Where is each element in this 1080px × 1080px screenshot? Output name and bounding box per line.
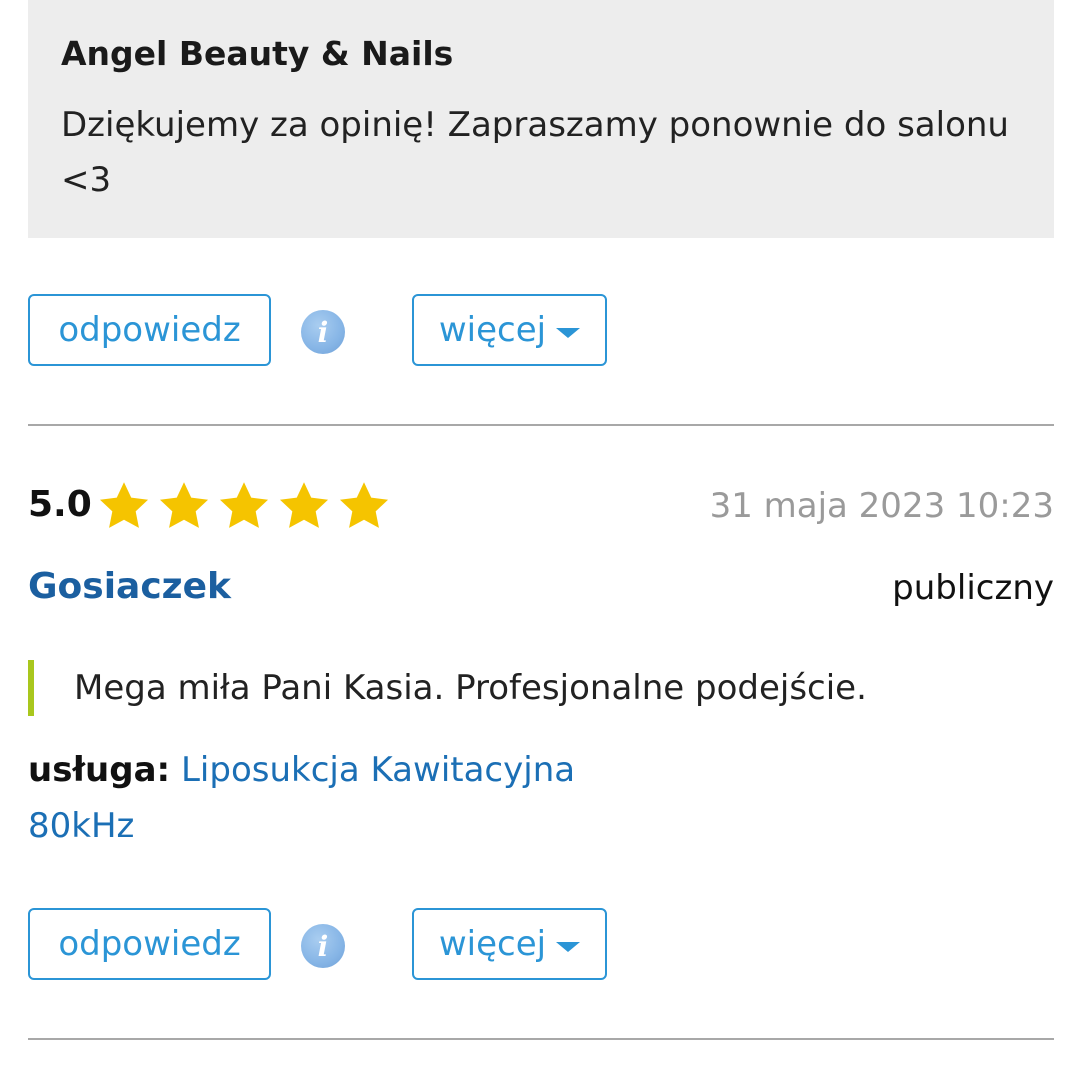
review-date: 31 maja 2023 10:23 (709, 486, 1054, 526)
divider (28, 424, 1054, 426)
more-button[interactable]: więcej (412, 294, 607, 366)
reply-button[interactable]: odpowiedz (28, 908, 271, 980)
star-icon (336, 478, 392, 534)
review-author-link[interactable]: Gosiaczek (28, 566, 231, 607)
reply-button-label: odpowiedz (58, 924, 241, 964)
rating-value: 5.0 (28, 484, 92, 525)
rating-row: 5.0 31 maja 2023 10:23 (28, 478, 1054, 540)
chevron-down-icon (556, 942, 581, 952)
star-icon (96, 478, 152, 534)
review-text: Mega miła Pani Kasia. Profesjonalne pode… (28, 660, 867, 716)
author-row: Gosiaczek publiczny (28, 566, 1054, 622)
more-button-label: więcej (438, 310, 547, 350)
chevron-down-icon (556, 328, 581, 338)
info-icon[interactable]: i (301, 310, 345, 354)
review-actions: odpowiedz i więcej (28, 908, 648, 984)
reviews-page: Angel Beauty & Nails Dziękujemy za opini… (0, 0, 1080, 1080)
star-icon (276, 478, 332, 534)
star-icon (156, 478, 212, 534)
reply-author: Angel Beauty & Nails (61, 34, 454, 73)
reply-text: Dziękujemy za opinię! Zapraszamy ponowni… (61, 105, 1009, 200)
divider (28, 1038, 1054, 1040)
reply-button-label: odpowiedz (58, 310, 241, 350)
service-info: usługa: Liposukcja Kawitacyjna 80kHz (28, 742, 648, 854)
review-actions: odpowiedz i więcej (28, 294, 648, 370)
star-icon (216, 478, 272, 534)
star-rating (96, 478, 392, 534)
more-button-label: więcej (438, 924, 547, 964)
more-button[interactable]: więcej (412, 908, 607, 980)
reply-button[interactable]: odpowiedz (28, 294, 271, 366)
salon-reply: Angel Beauty & Nails Dziękujemy za opini… (28, 0, 1054, 238)
service-label: usługa: (28, 750, 171, 790)
info-icon[interactable]: i (301, 924, 345, 968)
visibility-label: publiczny (892, 568, 1054, 608)
